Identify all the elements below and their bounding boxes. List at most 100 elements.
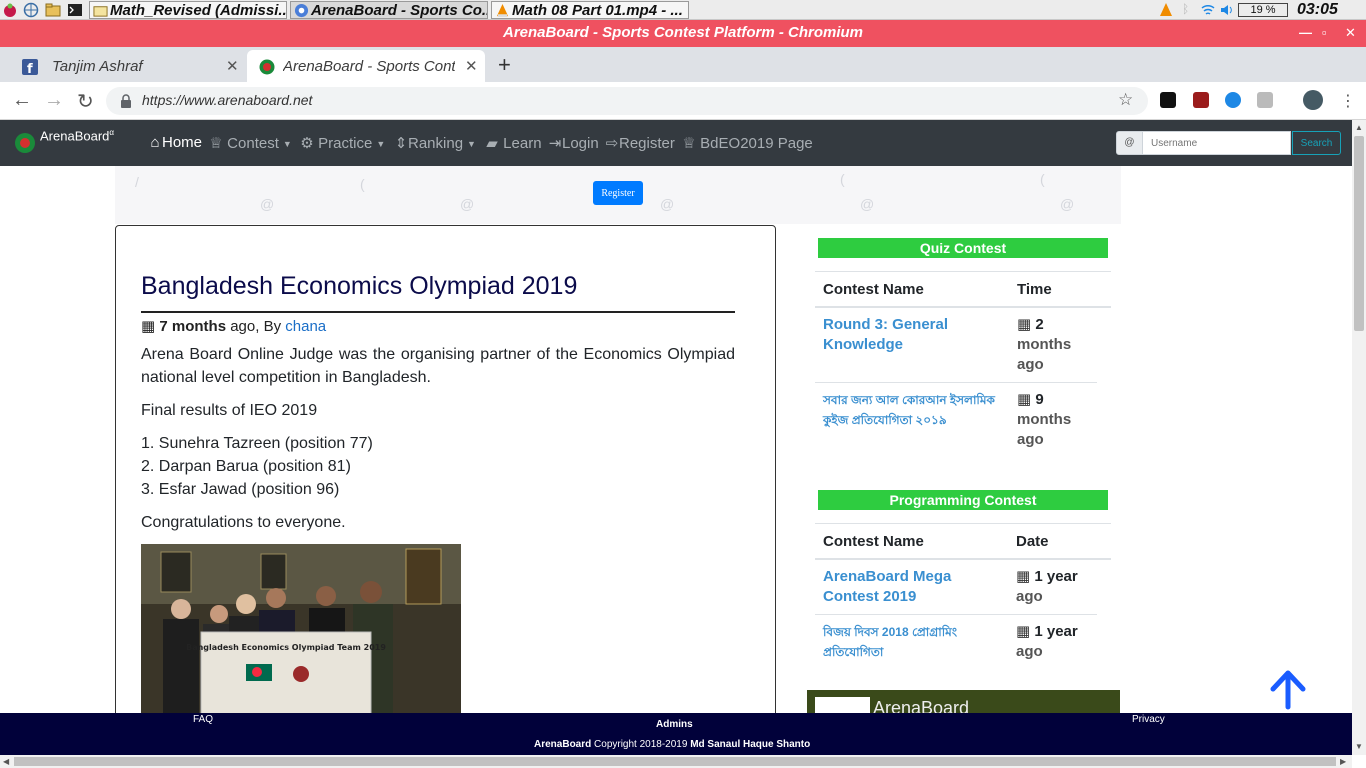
browser-tabstrip: f Tanjim Ashraf ✕ ArenaBoard - Sports Co… [0,47,1366,82]
calendar-icon: ▦ [141,318,156,335]
post-title[interactable]: Bangladesh Economics Olympiad 2019 [141,272,577,301]
scroll-to-top-arrow-icon[interactable] [1269,670,1307,710]
cube-extension-icon[interactable] [1257,92,1273,108]
battery-indicator[interactable]: 19 % [1238,3,1288,17]
calendar-icon: ▦ [1017,391,1032,408]
nav-practice[interactable]: ⚙ Practice ▼ [300,134,385,152]
url-text[interactable]: https://www.arenaboard.net [142,92,312,108]
brand-sup: α [109,128,115,137]
quiz-contest-link[interactable]: Round 3: General Knowledge [823,315,1003,355]
bookmark-star-icon[interactable]: ☆ [1118,90,1133,110]
clock[interactable]: 03:05 [1297,0,1338,20]
vlc-tray-icon[interactable] [1158,2,1174,18]
tab-tanjim-ashraf[interactable]: f Tanjim Ashraf ✕ [8,50,246,82]
task-label: ArenaBoard - Sports Co... [311,2,488,19]
time-unit: ago [1016,643,1043,660]
nav-ranking[interactable]: ⇕Ranking ▼ [394,134,476,152]
close-window-icon[interactable]: ✕ [1345,25,1356,41]
tab-label: ArenaBoard - Sports Conte [283,58,455,75]
programming-contest-link[interactable]: ArenaBoard Mega Contest 2019 [823,567,1003,607]
chromium-icon [294,3,309,18]
tab-arenaboard[interactable]: ArenaBoard - Sports Conte ✕ [247,50,485,82]
taskbar-task-vlc[interactable]: Math 08 Part 01.mp4 - ... [491,1,689,19]
login-icon: ⇥ [548,135,562,152]
nav-learn[interactable]: ▰ Learn [485,134,541,152]
profile-avatar[interactable] [1303,90,1323,110]
nav-login[interactable]: ⇥Login [548,134,599,152]
programming-contest-date: ▦ 1 year ago [1016,567,1106,607]
svg-text:f: f [27,62,33,75]
copyright-owner: Md Sanaul Haque Shanto [690,739,811,750]
forward-icon[interactable]: → [44,89,64,112]
scroll-right-arrow-icon[interactable]: ▶ [1340,757,1346,766]
footer-faq-link[interactable]: FAQ [193,714,213,725]
nav-register[interactable]: ⇨Register [605,134,675,152]
reload-icon[interactable]: ↻ [77,89,94,114]
swirl-decoration: @ [860,196,875,212]
facebook-icon: f [22,59,38,75]
tab-close-icon[interactable]: ✕ [226,57,239,75]
programming-contest-link[interactable]: বিজয় দিবস 2018 প্রোগ্রামিং প্রতিযোগিতা [823,622,1003,662]
lock-icon[interactable] [120,94,132,108]
time-number: 1 year [1034,623,1078,640]
hero-register-button[interactable]: Register [593,181,643,205]
horizontal-scrollbar-thumb[interactable] [14,757,1336,766]
table-border [815,614,1097,615]
swirl-decoration: / [135,174,139,190]
nav-bdeo2019[interactable]: ♕ BdEO2019 Page [682,134,813,152]
scroll-up-arrow-icon[interactable]: ▲ [1355,123,1363,132]
quiz-col-time: Time [1017,281,1052,298]
maximize-icon[interactable]: ▫ [1322,25,1327,40]
brand-text: ArenaBoard [40,128,110,144]
tab-close-icon[interactable]: ✕ [465,57,478,75]
wifi-icon[interactable] [1200,2,1216,18]
post-intro: Arena Board Online Judge was the organis… [141,346,735,386]
search-at-addon: @ [1116,131,1143,155]
back-icon[interactable]: ← [12,89,32,112]
caret-down-icon: ▼ [282,139,292,150]
new-tab-button[interactable]: + [498,52,511,78]
post-author-link[interactable]: chana [285,318,326,335]
terminal-icon[interactable] [67,2,83,18]
footer-admins-link[interactable]: Admins [656,719,693,730]
arenaboard-logo[interactable] [15,133,35,153]
post-divider [141,311,735,313]
quiz-contest-heading: Quiz Contest [818,238,1108,258]
brand-name[interactable]: ArenaBoardα [40,128,114,143]
web-browser-icon[interactable] [23,2,39,18]
vertical-scrollbar-thumb[interactable] [1354,136,1364,331]
ublock-icon[interactable] [1193,92,1209,108]
address-bar[interactable]: https://www.arenaboard.net ☆ [106,87,1148,115]
taskbar-task-chromium[interactable]: ArenaBoard - Sports Co... [290,1,488,19]
volume-icon[interactable] [1219,2,1235,18]
swirl-decoration: ( [1040,171,1045,187]
book-icon: ▰ [486,135,498,152]
minimize-icon[interactable]: — [1299,25,1312,40]
extension-h-icon[interactable] [1160,92,1176,108]
file-manager-icon[interactable] [45,2,61,18]
username-search-input[interactable] [1142,131,1291,155]
post-time: 7 months [159,318,227,335]
table-border [815,523,1111,524]
shield-extension-icon[interactable] [1225,92,1241,108]
quiz-contest-link[interactable]: সবার জন্য আল কোরআন ইসলামিক কুইজ প্রতিযোগ… [823,390,1003,430]
nav-home[interactable]: ⌂ Home [148,134,202,151]
nav-bdeo-label: BdEO2019 Page [700,135,813,152]
taskbar-task-file-manager[interactable]: Math_Revised (Admissi... [89,1,287,19]
scroll-down-arrow-icon[interactable]: ▼ [1355,742,1363,751]
site-navbar: ArenaBoardα ⌂ Home ♕ Contest ▼ ⚙ Practice ▼… [0,120,1352,166]
quiz-contest-time: ▦ 9 months ago [1017,390,1097,450]
scroll-left-arrow-icon[interactable]: ◀ [3,757,9,766]
nav-contest[interactable]: ♕ Contest ▼ [209,134,292,152]
bluetooth-icon[interactable]: ᛒ [1182,2,1189,16]
folder-icon [93,6,108,17]
nav-practice-label: Practice [318,135,373,152]
footer-privacy-link[interactable]: Privacy [1132,714,1165,725]
raspberry-menu-icon[interactable] [2,2,18,18]
time-unit: months ago [1017,336,1072,373]
vlc-icon [496,3,509,18]
browser-menu-icon[interactable]: ⋮ [1340,91,1356,111]
nav-ranking-label: Ranking [408,135,464,152]
search-button[interactable]: Search [1292,131,1341,155]
programming-contest-heading: Programming Contest [818,490,1108,510]
